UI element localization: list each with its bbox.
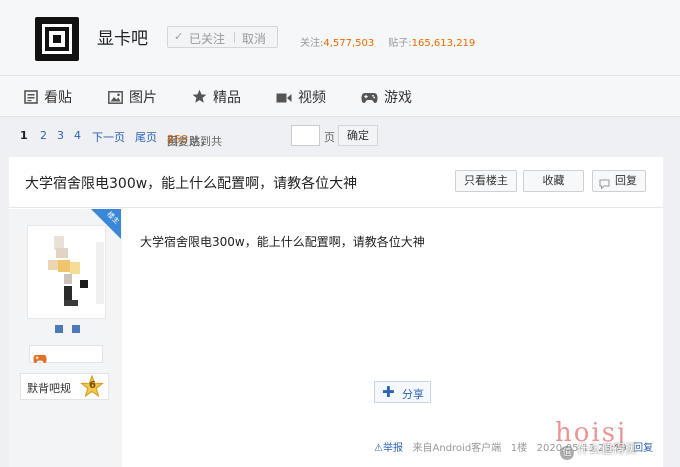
page-link-3[interactable]: 3 xyxy=(57,129,64,142)
page-link-4[interactable]: 4 xyxy=(74,129,81,142)
level-number: 6 xyxy=(89,380,96,391)
post-count: 165,613,219 xyxy=(411,38,476,49)
level-name: 默背吧规 xyxy=(27,382,71,395)
follow-toggle-button[interactable]: ✓ 已关注 取消 xyxy=(167,26,278,48)
nav-item-video[interactable]: 视频 xyxy=(276,87,326,108)
page-link-2[interactable]: 2 xyxy=(40,129,47,142)
gamepad-icon xyxy=(361,92,378,108)
list-icon xyxy=(24,90,38,108)
forum-stats: 关注:4,577,503 贴子:165,613,219 xyxy=(300,38,476,49)
page-suffix: 页 xyxy=(324,131,335,144)
post-floor: 1楼 xyxy=(510,443,528,454)
nav-item-featured[interactable]: 精品 xyxy=(192,87,241,108)
page-jump-input[interactable] xyxy=(291,125,320,146)
identity-icon[interactable] xyxy=(72,325,80,333)
forum-logo[interactable] xyxy=(35,17,79,61)
forum-name[interactable]: 显卡吧 xyxy=(97,24,148,49)
page-current: 1 xyxy=(20,129,28,142)
star-icon xyxy=(192,89,207,108)
level-badge[interactable]: 默背吧规 6 xyxy=(20,373,109,400)
nav-item-games[interactable]: 游戏 xyxy=(361,87,412,108)
page-jump-confirm-button[interactable]: 确定 xyxy=(338,125,378,146)
nav-item-posts[interactable]: 看贴 xyxy=(24,87,72,108)
site-logo-icon: 值 xyxy=(560,446,574,460)
avatar[interactable] xyxy=(27,225,106,319)
forum-header: 显卡吧 ✓ 已关注 取消 关注:4,577,503 贴子:165,613,219 xyxy=(0,0,680,76)
warning-icon: ⚠ xyxy=(374,443,383,454)
video-icon xyxy=(276,92,292,108)
only-op-button[interactable]: 只看楼主 xyxy=(455,170,517,192)
follow-count: 4,577,503 xyxy=(323,38,375,49)
follow-state-label: 已关注 xyxy=(189,32,226,46)
thread-title: 大学宿舍限电300w，能上什么配置啊，请教各位大神 xyxy=(25,176,358,192)
nav-item-images[interactable]: 图片 xyxy=(108,87,157,108)
image-icon xyxy=(108,91,123,108)
gamepad-icon xyxy=(33,349,47,368)
forum-nav: 看贴 图片 精品 视频 游戏 xyxy=(0,76,680,117)
comment-icon xyxy=(599,176,610,196)
share-button[interactable]: ✚ 分享 xyxy=(374,381,431,403)
favorite-button[interactable]: 收藏 xyxy=(523,170,584,192)
next-page-link[interactable]: 下一页 xyxy=(92,129,125,145)
last-page-link[interactable]: 尾页 xyxy=(135,129,157,145)
thread-title-bar: 大学宿舍限电300w，能上什么配置啊，请教各位大神 只看楼主 收藏 回复 xyxy=(9,157,663,208)
identity-icon[interactable] xyxy=(55,325,63,333)
site-watermark: 值什么值得买 xyxy=(560,440,637,460)
post-source: 来自Android客户端 xyxy=(412,443,502,454)
unfollow-button[interactable]: 取消 xyxy=(242,30,266,47)
post-content: 大学宿舍限电300w，能上什么配置啊，请教各位大神 xyxy=(140,235,425,249)
plus-icon: ✚ xyxy=(382,383,395,401)
author-panel: 楼主 默背吧规 6 xyxy=(9,209,122,467)
report-link[interactable]: ⚠举报 xyxy=(374,443,403,454)
game-medal-box[interactable] xyxy=(29,345,103,364)
check-icon: ✓ xyxy=(174,30,184,43)
reply-button[interactable]: 回复 xyxy=(592,170,646,192)
